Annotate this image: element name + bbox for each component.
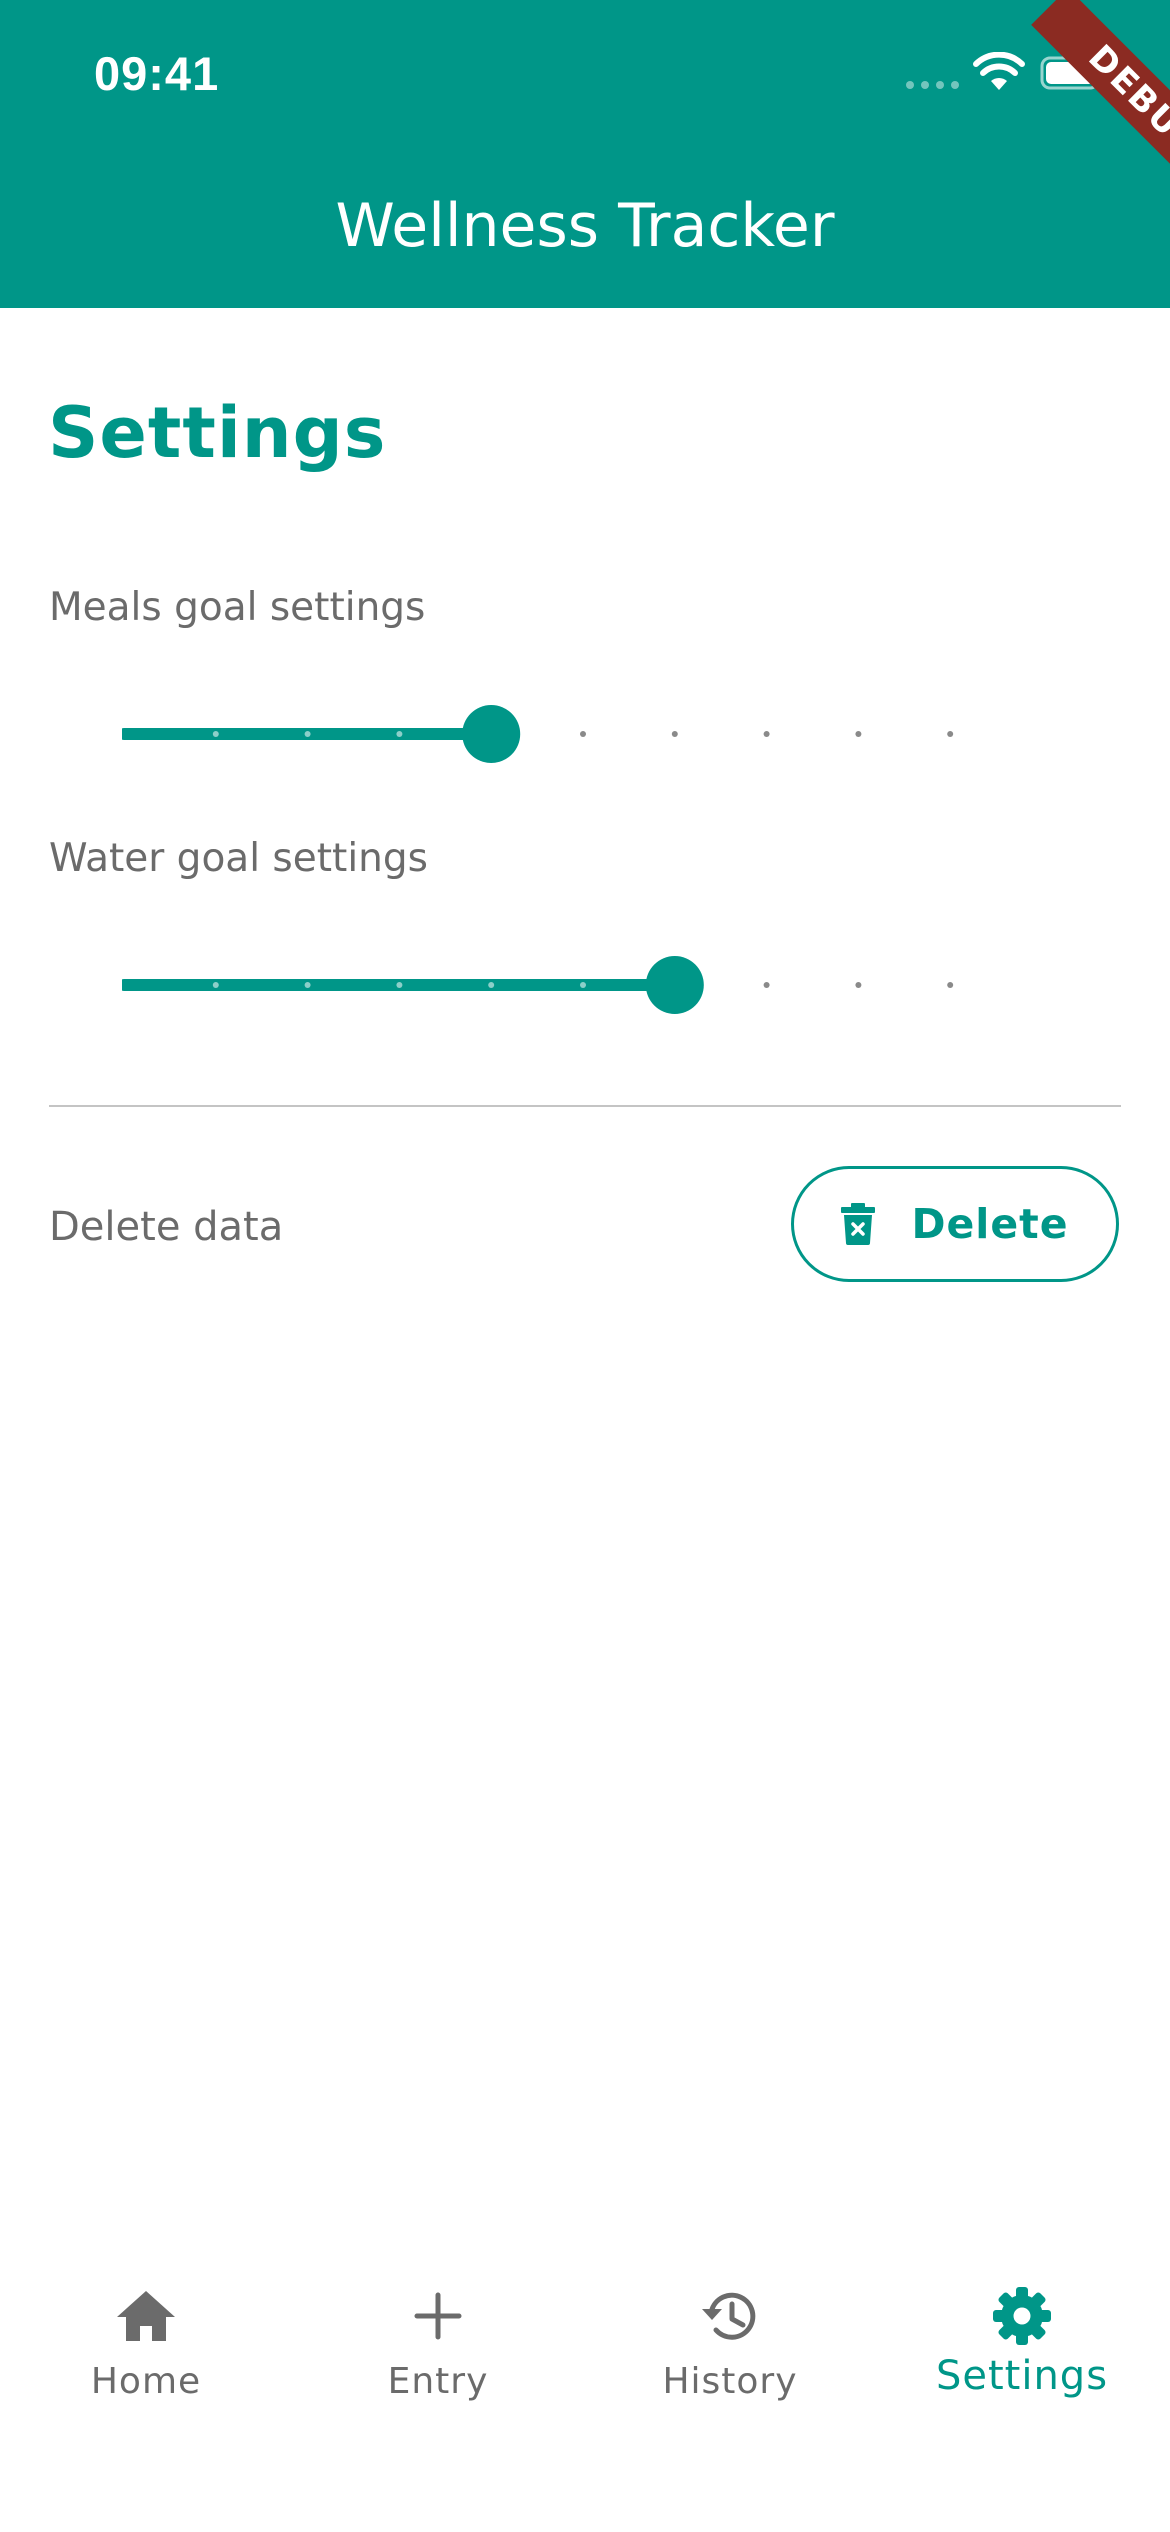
- nav-label-history: History: [662, 2361, 798, 2402]
- meals-slider-tick: [304, 731, 311, 737]
- meals-slider-tick: [947, 731, 954, 737]
- meals-goal-slider-graphic: [122, 705, 954, 763]
- water-slider-tick: [212, 982, 219, 988]
- status-time: 09:41: [94, 47, 220, 100]
- water-slider-tick: [488, 982, 495, 988]
- meals-goal-slider[interactable]: [122, 704, 1044, 764]
- plus-icon: [414, 2292, 462, 2340]
- gear-icon: [993, 2287, 1051, 2345]
- wifi-icon: [973, 52, 1025, 90]
- delete-button[interactable]: Delete: [791, 1166, 1119, 1282]
- water-slider-tick: [947, 982, 954, 988]
- history-icon: [702, 2292, 756, 2340]
- water-slider-tick: [763, 982, 770, 988]
- delete-data-label: Delete data: [49, 1204, 284, 1250]
- nav-label-entry: Entry: [387, 2361, 489, 2402]
- delete-button-label: Delete: [911, 1200, 1069, 1248]
- water-goal-slider[interactable]: [122, 955, 1044, 1015]
- meals-slider-tick: [580, 731, 586, 737]
- water-goal-label: Water goal settings: [49, 836, 428, 881]
- water-slider-tick: [855, 982, 862, 988]
- nav-item-home[interactable]: Home: [0, 2240, 292, 2440]
- nav-item-settings[interactable]: Settings: [876, 2240, 1168, 2440]
- nav-label-settings: Settings: [935, 2353, 1109, 2399]
- app-bar: 09:41 DEBUG Wellness Tracker: [0, 0, 1170, 308]
- meals-slider-tick: [763, 731, 770, 737]
- meals-slider-tick: [855, 731, 862, 737]
- meals-slider-tick: [671, 731, 678, 737]
- water-slider-tick: [580, 982, 586, 988]
- debug-banner: DEBUG: [1031, 0, 1170, 216]
- meals-slider-tick: [212, 731, 219, 737]
- home-icon: [117, 2291, 175, 2341]
- page-title: Settings: [48, 392, 387, 474]
- water-goal-slider-graphic: [122, 956, 954, 1014]
- trash-icon: [841, 1203, 876, 1245]
- nav-item-entry[interactable]: Entry: [292, 2240, 584, 2440]
- cellular-signal-icon: [906, 81, 959, 89]
- water-slider-thumb[interactable]: [645, 956, 704, 1014]
- water-slider-tick: [304, 982, 311, 988]
- meals-slider-tick: [396, 731, 403, 737]
- meals-slider-thumb[interactable]: [462, 705, 521, 763]
- bottom-navigation: Home Entry History Settings: [0, 2240, 1170, 2532]
- divider: [49, 1105, 1121, 1107]
- water-slider-tick: [396, 982, 403, 988]
- app-title: Wellness Tracker: [335, 191, 835, 261]
- nav-label-home: Home: [90, 2361, 202, 2402]
- meals-goal-label: Meals goal settings: [49, 585, 426, 630]
- nav-item-history[interactable]: History: [584, 2240, 876, 2440]
